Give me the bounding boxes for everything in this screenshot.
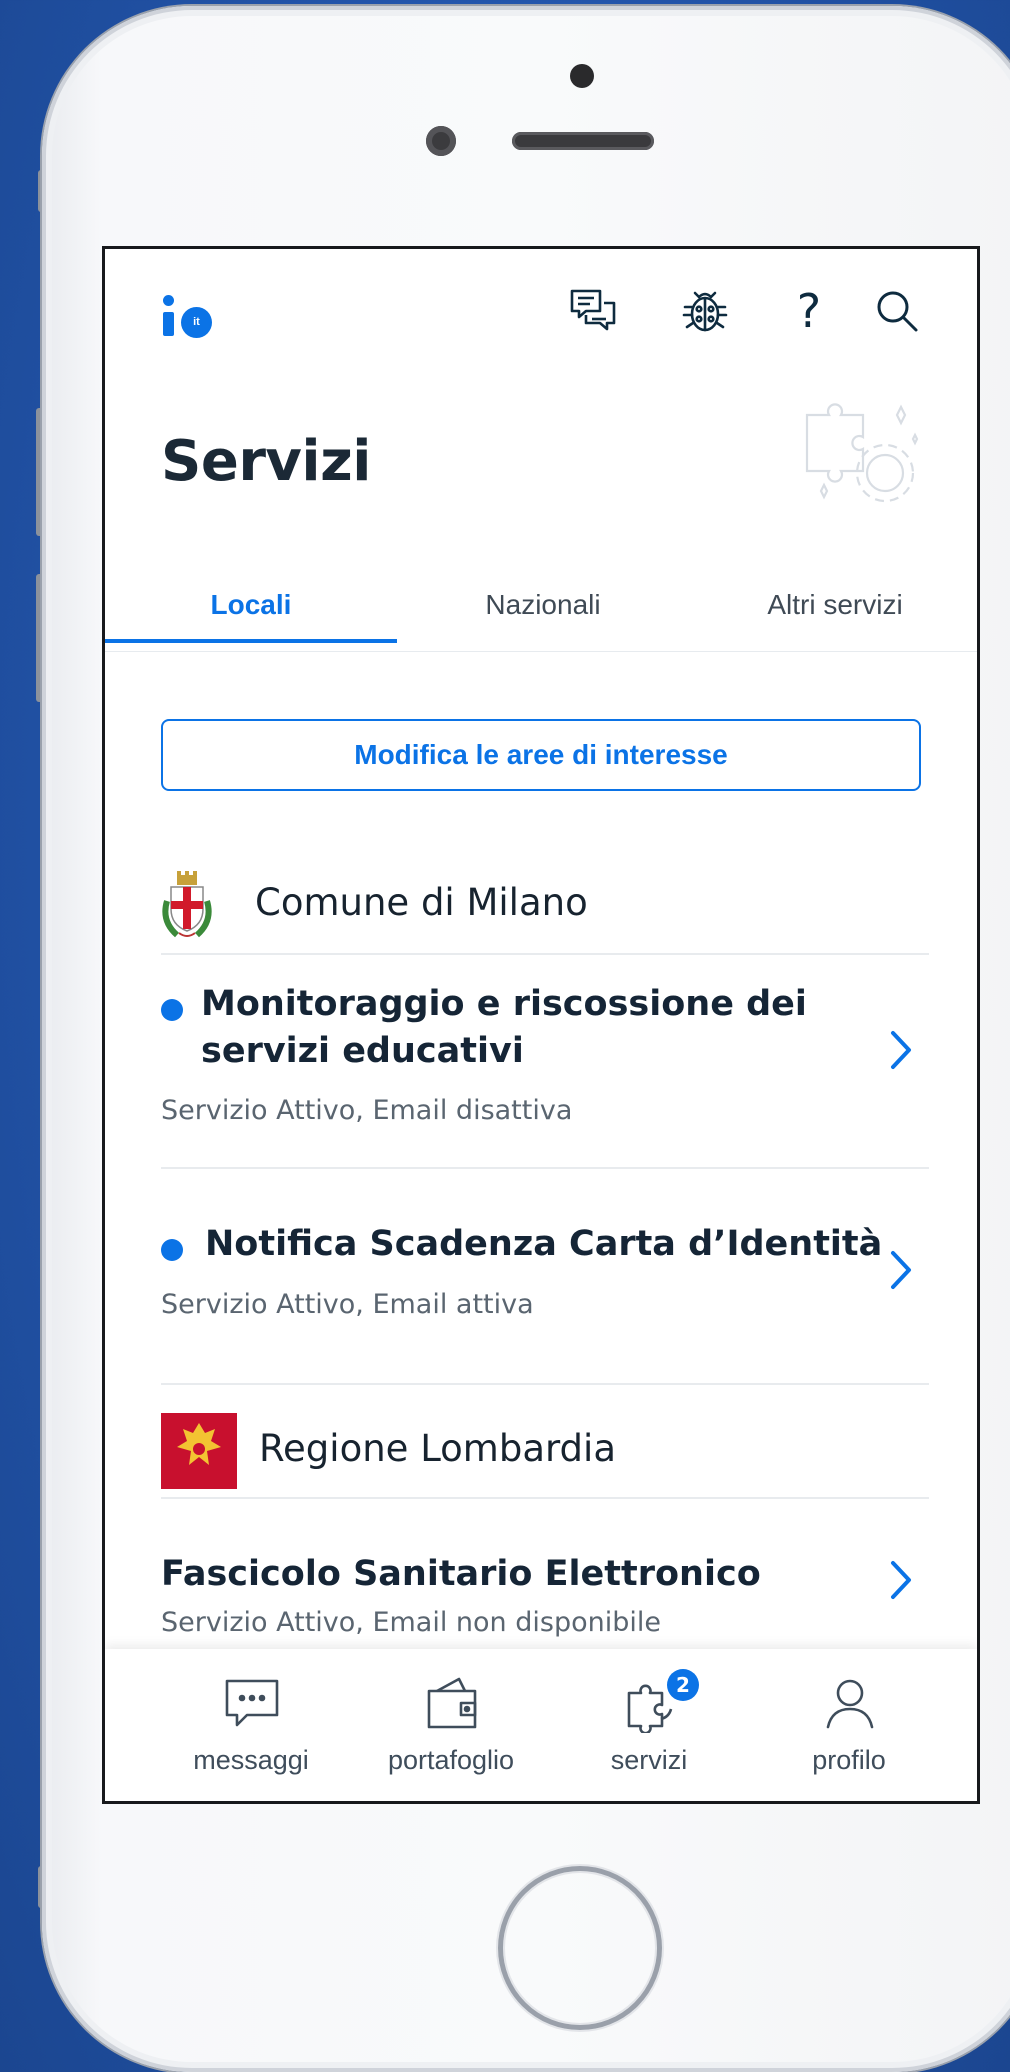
regione-logo-icon bbox=[161, 1413, 237, 1489]
services-illustration-icon bbox=[797, 395, 927, 515]
notification-badge: 2 bbox=[667, 1669, 699, 1701]
section-header-comune-milano: Comune di Milano bbox=[161, 871, 921, 951]
earpiece-speaker bbox=[512, 132, 654, 150]
divider bbox=[161, 1383, 929, 1385]
chevron-right-icon bbox=[885, 1245, 915, 1295]
profile-icon bbox=[821, 1675, 879, 1733]
edit-interests-button[interactable]: Modifica le aree di interesse bbox=[161, 719, 921, 791]
nav-label: portafoglio bbox=[387, 1745, 515, 1775]
active-tab-indicator bbox=[105, 639, 397, 643]
bottom-navigation: messaggi portafoglio 2 servizi profilo bbox=[105, 1649, 977, 1801]
new-service-dot bbox=[161, 999, 183, 1021]
bug-icon[interactable] bbox=[679, 285, 731, 337]
nav-messaggi[interactable]: messaggi bbox=[151, 1649, 351, 1801]
front-camera bbox=[426, 126, 456, 156]
page-title: Servizi bbox=[161, 429, 371, 494]
nav-label: profilo bbox=[812, 1745, 886, 1775]
service-item-monitoraggio[interactable]: Monitoraggio e riscossione dei servizi e… bbox=[161, 984, 921, 1126]
milano-crest-icon bbox=[161, 871, 213, 945]
section-header-regione-lombardia: Regione Lombardia bbox=[161, 1413, 921, 1493]
proximity-sensor bbox=[570, 64, 594, 88]
service-item-carta-identita[interactable]: Notifica Scadenza Carta d’Identità Servi… bbox=[161, 1224, 921, 1325]
new-service-dot bbox=[161, 1239, 183, 1261]
nav-profilo[interactable]: profilo bbox=[749, 1649, 949, 1801]
service-name: Monitoraggio e riscossione dei bbox=[201, 984, 807, 1024]
nav-label: servizi bbox=[610, 1745, 688, 1775]
divider bbox=[161, 953, 929, 955]
divider bbox=[161, 1167, 929, 1169]
nav-servizi[interactable]: 2 servizi bbox=[549, 1649, 749, 1801]
section-name: Regione Lombardia bbox=[259, 1427, 616, 1470]
service-status: Servizio Attivo, Email attiva bbox=[161, 1289, 534, 1320]
tab-nazionali[interactable]: Nazionali bbox=[397, 579, 689, 651]
service-item-fascicolo-sanitario[interactable]: Fascicolo Sanitario Elettronico Servizio… bbox=[161, 1554, 921, 1655]
service-status: Servizio Attivo, Email disattiva bbox=[161, 1095, 573, 1126]
nav-portafoglio[interactable]: portafoglio bbox=[351, 1649, 551, 1801]
service-status: Servizio Attivo, Email non disponibile bbox=[161, 1607, 661, 1638]
logo-badge: it bbox=[181, 307, 212, 338]
app-screen: it ? Servizi Locali Nazionali Altri serv… bbox=[102, 246, 980, 1804]
nav-label: messaggi bbox=[193, 1745, 309, 1775]
service-name: Fascicolo Sanitario Elettronico bbox=[161, 1554, 761, 1594]
message-icon bbox=[223, 1675, 281, 1733]
chat-icon[interactable] bbox=[567, 285, 619, 337]
service-name-line2: servizi educativi bbox=[201, 1031, 524, 1071]
section-name: Comune di Milano bbox=[255, 881, 588, 924]
chevron-right-icon bbox=[885, 1555, 915, 1605]
help-icon[interactable]: ? bbox=[783, 285, 835, 337]
tab-altri-servizi[interactable]: Altri servizi bbox=[689, 579, 977, 651]
chevron-right-icon bbox=[885, 1025, 915, 1075]
search-icon[interactable] bbox=[871, 285, 923, 337]
service-name: Notifica Scadenza Carta d’Identità bbox=[205, 1224, 883, 1264]
divider bbox=[161, 1497, 929, 1499]
home-button[interactable] bbox=[498, 1866, 662, 2030]
io-logo: it bbox=[163, 295, 233, 339]
wallet-icon bbox=[423, 1675, 481, 1733]
